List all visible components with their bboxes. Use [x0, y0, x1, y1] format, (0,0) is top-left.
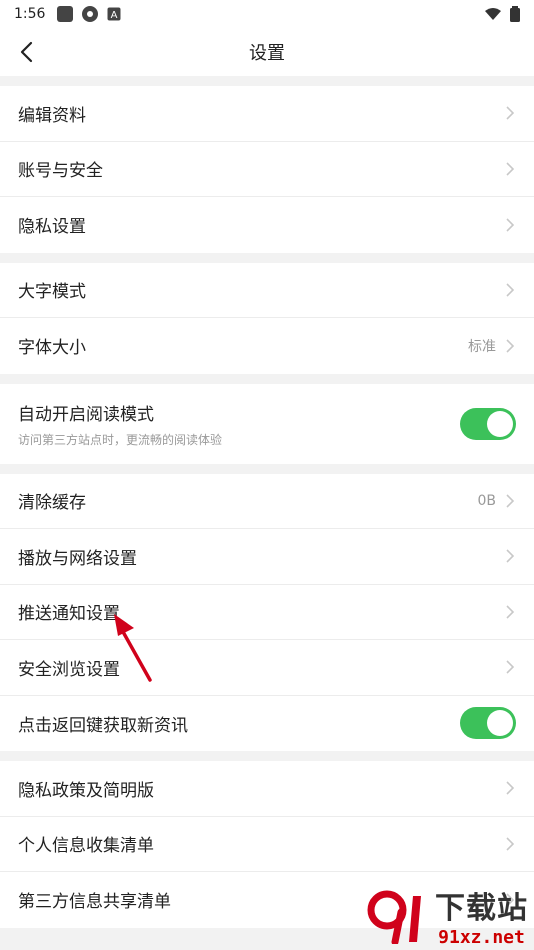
row-label: 第三方信息共享清单 — [18, 892, 171, 913]
row-edit-profile[interactable]: 编辑资料 — [0, 86, 534, 142]
row-label: 安全浏览设置 — [18, 659, 120, 680]
settings-group-general: 清除缓存 0B 播放与网络设置 推送通知设置 安全浏览设置 点击返回键获取新资讯 — [0, 473, 534, 752]
row-auto-reading-mode: 自动开启阅读模式 访问第三方站点时，更流畅的阅读体验 — [0, 384, 534, 464]
settings-group-profile: 编辑资料 账号与安全 隐私设置 — [0, 86, 534, 253]
page-title: 设置 — [249, 43, 285, 64]
notification-icons: A — [57, 5, 121, 23]
row-label: 自动开启阅读模式 — [18, 404, 154, 425]
chevron-right-icon — [506, 549, 515, 563]
chevron-right-icon — [506, 162, 515, 176]
row-privacy-policy[interactable]: 隐私政策及简明版 — [0, 761, 534, 817]
back-button[interactable] — [12, 38, 40, 66]
font-size-value: 标准 — [468, 338, 496, 355]
chevron-right-icon — [506, 660, 515, 674]
annotation-arrow-icon — [114, 614, 152, 682]
svg-text:A: A — [111, 10, 118, 21]
row-privacy-settings[interactable]: 隐私设置 — [0, 197, 534, 253]
row-label: 编辑资料 — [18, 105, 86, 126]
row-label: 推送通知设置 — [18, 604, 120, 625]
row-subtitle: 访问第三方站点时，更流畅的阅读体验 — [18, 432, 223, 447]
a-notification-icon: A — [107, 7, 121, 21]
row-label: 隐私设置 — [18, 217, 86, 238]
chevron-right-icon — [506, 494, 515, 508]
system-icons — [484, 6, 520, 22]
row-label: 大字模式 — [18, 282, 86, 303]
wifi-icon — [485, 8, 501, 20]
chevron-right-icon — [506, 781, 515, 795]
chevron-right-icon — [506, 339, 515, 353]
back-arrow-icon — [20, 41, 33, 63]
toggle-knob — [487, 710, 513, 737]
row-clear-cache[interactable]: 清除缓存 0B — [0, 474, 534, 529]
app-notification-icon — [57, 6, 74, 22]
settings-group-display: 大字模式 字体大小 标准 — [0, 262, 534, 374]
watermark-logo-icon — [367, 890, 421, 944]
row-back-key-refresh: 点击返回键获取新资讯 — [0, 696, 534, 752]
cache-size-value: 0B — [477, 492, 496, 509]
row-safe-browsing[interactable]: 安全浏览设置 — [0, 640, 534, 696]
battery-icon — [510, 6, 520, 22]
row-label: 清除缓存 — [18, 493, 86, 514]
watermark-brand: 下载站 — [435, 891, 528, 926]
chevron-right-icon — [506, 605, 515, 619]
watermark: 下载站 91xz.net — [365, 883, 528, 948]
row-personal-info-list[interactable]: 个人信息收集清单 — [0, 817, 534, 872]
toggle-knob — [487, 410, 513, 437]
app-bar: 设置 — [0, 28, 534, 76]
row-label: 个人信息收集清单 — [18, 836, 154, 857]
chevron-right-icon — [506, 283, 515, 297]
row-account-security[interactable]: 账号与安全 — [0, 142, 534, 197]
settings-group-reading: 自动开启阅读模式 访问第三方站点时，更流畅的阅读体验 — [0, 383, 534, 464]
status-bar: 1:56 A — [0, 0, 534, 28]
auto-reading-mode-toggle[interactable] — [460, 407, 516, 440]
row-font-size[interactable]: 字体大小 标准 — [0, 318, 534, 374]
row-playback-network[interactable]: 播放与网络设置 — [0, 529, 534, 585]
back-key-refresh-toggle[interactable] — [460, 707, 516, 740]
chevron-right-icon — [506, 218, 515, 232]
status-time: 1:56 — [14, 6, 46, 22]
row-large-text-mode[interactable]: 大字模式 — [0, 263, 534, 318]
aperture-notification-icon — [82, 6, 99, 22]
row-push-notifications[interactable]: 推送通知设置 — [0, 585, 534, 640]
chevron-right-icon — [506, 106, 515, 120]
chevron-right-icon — [506, 837, 515, 851]
row-label: 字体大小 — [18, 338, 86, 359]
row-label: 账号与安全 — [18, 161, 103, 182]
row-label: 隐私政策及简明版 — [18, 780, 154, 801]
watermark-url: 91xz.net — [438, 927, 525, 948]
row-label: 点击返回键获取新资讯 — [18, 715, 188, 736]
row-label: 播放与网络设置 — [18, 548, 137, 569]
